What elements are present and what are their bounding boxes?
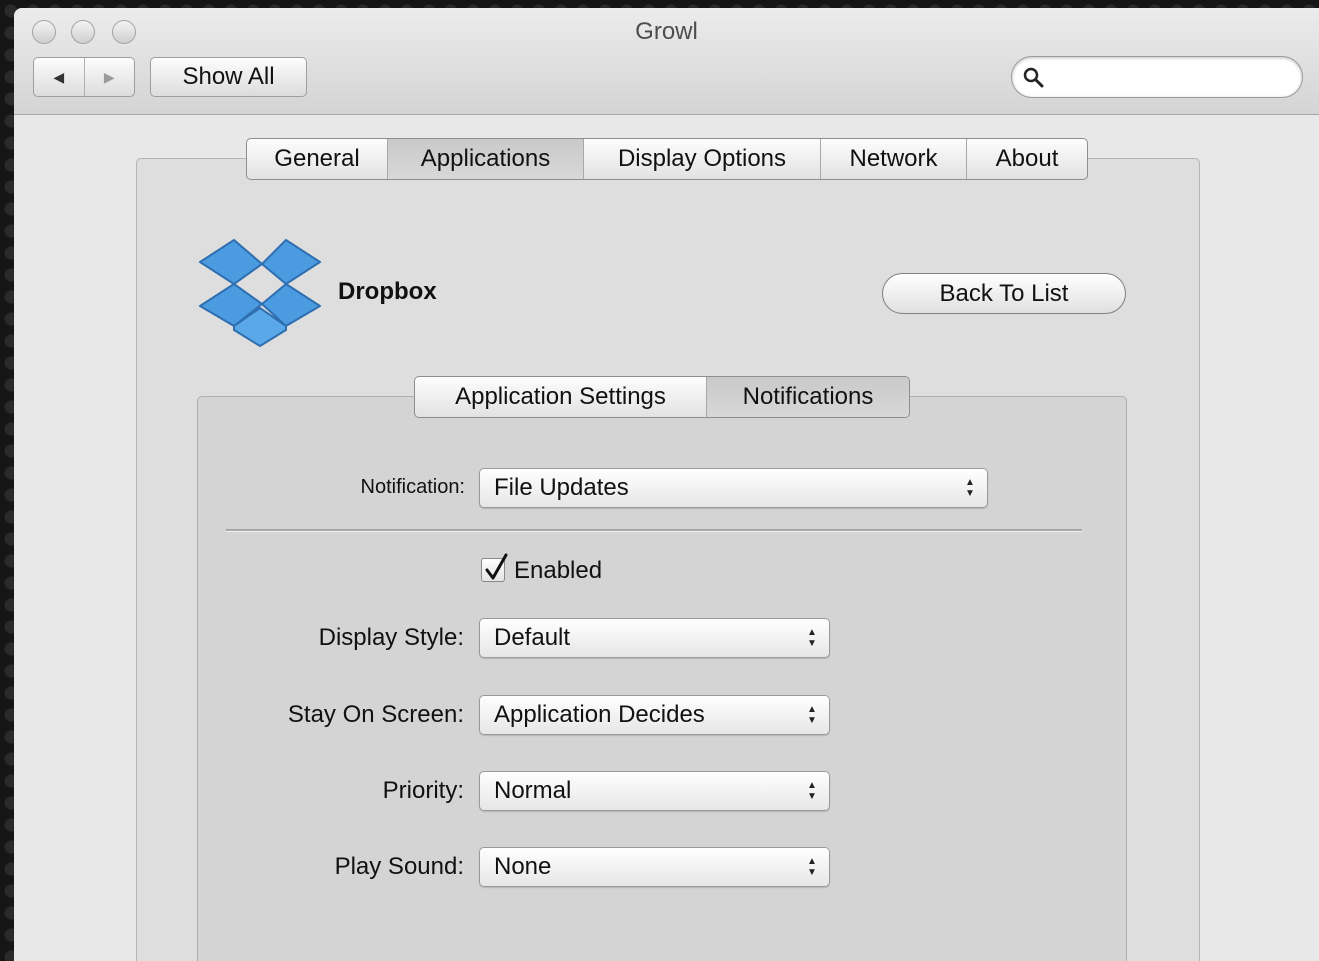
display-style-value: Default bbox=[494, 624, 571, 651]
main-tab-bar: General Applications Display Options Net… bbox=[246, 138, 1088, 180]
right-triangle-icon: ▶ bbox=[103, 68, 115, 85]
preferences-window: Growl ◀ ▶ Show All General Applications … bbox=[14, 8, 1319, 961]
tab-network[interactable]: Network bbox=[821, 139, 967, 179]
left-triangle-icon: ◀ bbox=[53, 68, 65, 85]
tab-applications[interactable]: Applications bbox=[388, 139, 584, 179]
search-field[interactable] bbox=[1011, 56, 1303, 98]
inner-tab-bar: Application Settings Notifications bbox=[414, 376, 910, 418]
stay-on-screen-label: Stay On Screen: bbox=[287, 701, 464, 728]
search-input[interactable] bbox=[1052, 63, 1296, 93]
play-sound-popup[interactable]: None ▲ ▼ bbox=[479, 847, 830, 887]
dropbox-logo-icon bbox=[199, 239, 321, 347]
tab-about[interactable]: About bbox=[967, 139, 1087, 179]
priority-popup[interactable]: Normal ▲ ▼ bbox=[479, 771, 830, 811]
tab-notifications[interactable]: Notifications bbox=[707, 377, 909, 417]
tab-general[interactable]: General bbox=[247, 139, 388, 179]
window-title: Growl bbox=[635, 18, 698, 45]
notification-popup[interactable]: File Updates ▲ ▼ bbox=[479, 468, 988, 508]
separator bbox=[226, 529, 1082, 532]
updown-arrows-icon: ▲ ▼ bbox=[807, 780, 817, 802]
notification-value: File Updates bbox=[494, 474, 629, 501]
tab-display-options[interactable]: Display Options bbox=[584, 139, 821, 179]
back-arrow-button[interactable]: ◀ bbox=[34, 58, 84, 96]
display-style-label: Display Style: bbox=[318, 624, 464, 651]
tab-application-settings[interactable]: Application Settings bbox=[415, 377, 707, 417]
stay-on-screen-popup[interactable]: Application Decides ▲ ▼ bbox=[479, 695, 830, 735]
enabled-label[interactable]: Enabled bbox=[514, 557, 602, 585]
updown-arrows-icon: ▲ ▼ bbox=[807, 856, 817, 878]
updown-arrows-icon: ▲ ▼ bbox=[807, 627, 817, 649]
history-nav: ◀ ▶ bbox=[33, 57, 135, 97]
checkmark-icon bbox=[485, 553, 508, 580]
display-style-popup[interactable]: Default ▲ ▼ bbox=[479, 618, 830, 658]
priority-value: Normal bbox=[494, 777, 572, 804]
app-name: Dropbox bbox=[338, 278, 437, 305]
play-sound-label: Play Sound: bbox=[334, 853, 464, 880]
forward-arrow-button[interactable]: ▶ bbox=[83, 58, 135, 96]
notification-label: Notification: bbox=[360, 476, 466, 498]
enabled-checkbox[interactable] bbox=[481, 553, 508, 582]
priority-label: Priority: bbox=[382, 777, 464, 804]
stay-on-screen-value: Application Decides bbox=[494, 701, 705, 728]
play-sound-value: None bbox=[494, 853, 552, 880]
search-icon bbox=[1023, 67, 1044, 88]
updown-arrows-icon: ▲ ▼ bbox=[807, 704, 817, 726]
back-to-list-button[interactable]: Back To List bbox=[882, 273, 1126, 314]
title-bar: Growl ◀ ▶ Show All bbox=[14, 8, 1319, 115]
show-all-button[interactable]: Show All bbox=[150, 57, 307, 97]
updown-arrows-icon: ▲ ▼ bbox=[965, 477, 975, 499]
